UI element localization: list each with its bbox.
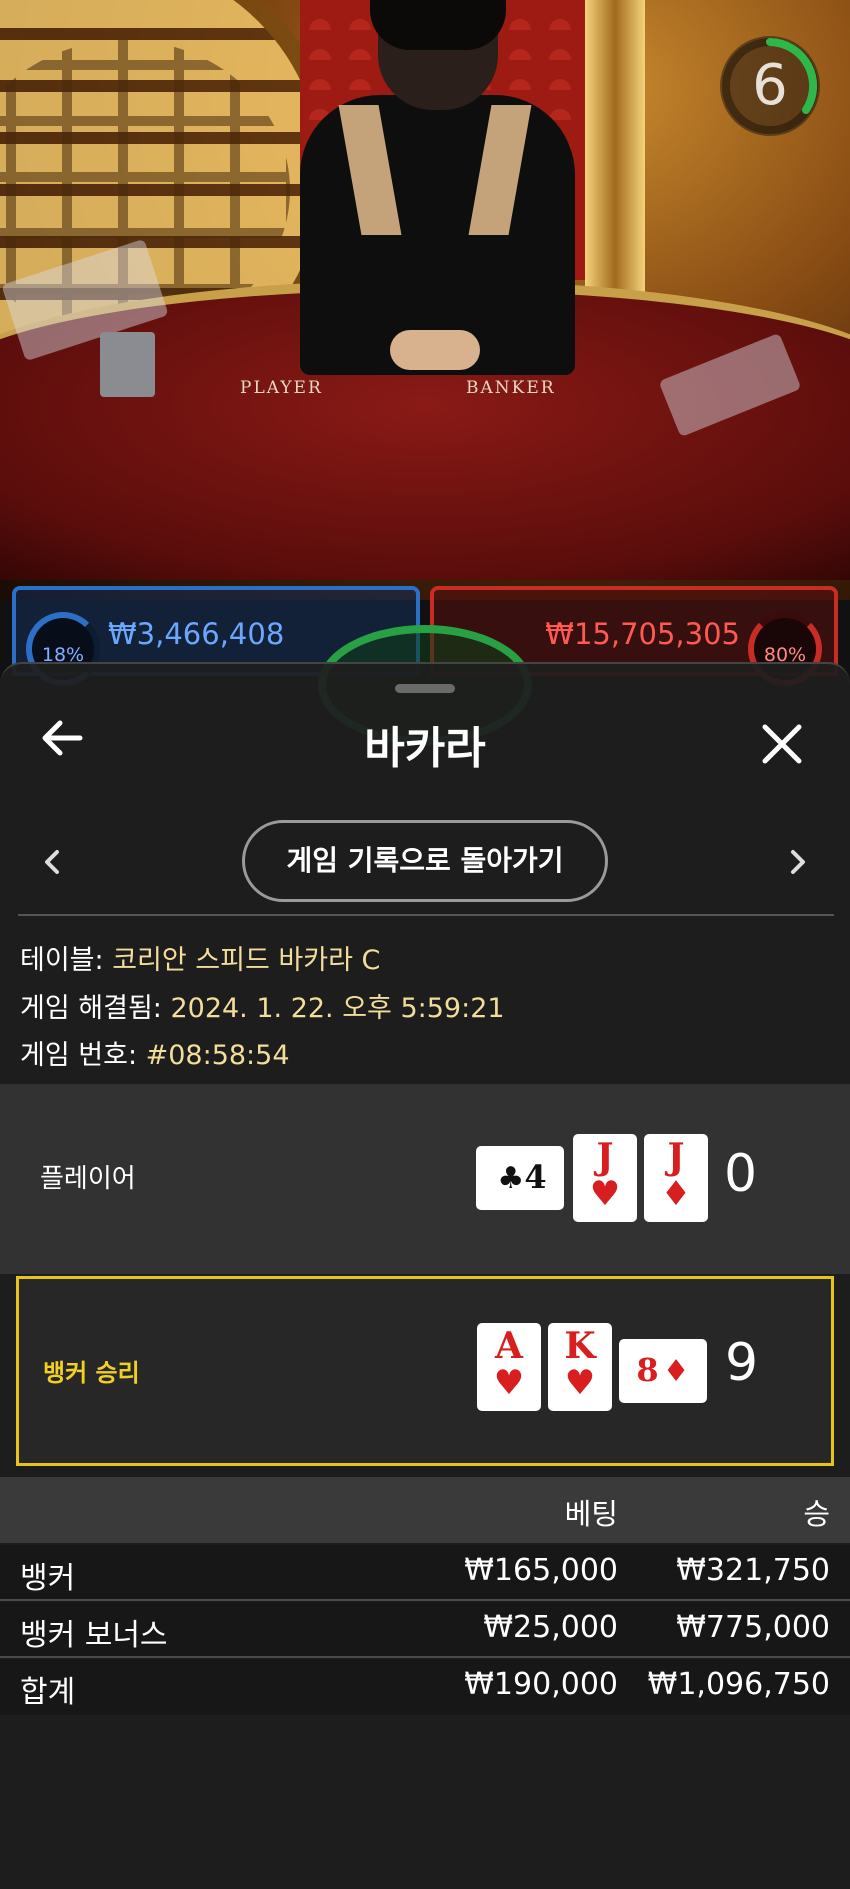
countdown-value: 6 <box>752 53 788 118</box>
bet-amount: ₩165,000 <box>464 1553 618 1588</box>
banker-total-amount: ₩15,705,305 <box>545 617 740 651</box>
total-bet-amount: ₩190,000 <box>464 1667 618 1702</box>
resolved-time-info: 게임 해결됨: 2024. 1. 22. 오후 5:59:21 <box>20 993 505 1024</box>
playing-card: J ♥ <box>573 1134 637 1222</box>
playing-card: ♣4 <box>476 1146 564 1210</box>
round-id-info: 게임 번호: #08:58:54 <box>20 1040 290 1071</box>
player-score: 0 <box>724 1144 758 1204</box>
table-name: 코리안 스피드 바카라 C <box>112 945 381 976</box>
total-label: 합계 <box>20 1675 76 1710</box>
sheet-drag-handle[interactable] <box>395 684 455 693</box>
player-hand-row: 플레이어 ♣4 J ♥ J ♦ 0 <box>0 1084 850 1274</box>
banker-score: 9 <box>725 1333 759 1393</box>
playing-card: 8 ♦ <box>619 1339 707 1403</box>
playing-card: K ♥ <box>548 1323 612 1411</box>
decor-pillar <box>585 0 645 320</box>
table-row: 뱅커 보너스 ₩25,000 ₩775,000 <box>0 1602 850 1658</box>
previous-round-button[interactable] <box>32 842 72 882</box>
bet-name: 뱅커 보너스 <box>20 1618 168 1653</box>
card-stack <box>100 332 155 397</box>
round-id: #08:58:54 <box>145 1040 290 1071</box>
chevron-right-icon <box>791 850 805 874</box>
close-icon <box>762 724 802 764</box>
resolved-time: 2024. 1. 22. 오후 5:59:21 <box>170 993 505 1024</box>
player-total-amount: ₩3,466,408 <box>108 617 285 651</box>
win-column-header: 승 <box>803 1497 830 1531</box>
next-round-button[interactable] <box>778 842 818 882</box>
bet-name: 뱅커 <box>20 1561 76 1596</box>
player-hand-label: 플레이어 <box>40 1164 136 1194</box>
banker-win-label: 뱅커 승리 <box>43 1359 140 1387</box>
win-amount: ₩321,750 <box>676 1553 830 1588</box>
bet-amount: ₩25,000 <box>483 1610 618 1645</box>
felt-player-label: PLAYER <box>240 378 323 398</box>
game-history-sheet: 바카라 게임 기록으로 돌아가기 테이블: 코리안 스피드 바카라 C 게임 해… <box>0 662 850 1889</box>
live-dealer-video: PLAYER BANKER 6 <box>0 0 850 600</box>
playing-card: J ♦ <box>644 1134 708 1222</box>
felt-banker-label: BANKER <box>466 378 556 398</box>
win-amount: ₩775,000 <box>676 1610 830 1645</box>
banker-hand-row: 뱅커 승리 A ♥ K ♥ 8 ♦ 9 <box>16 1276 834 1466</box>
bets-table-header: 베팅 승 <box>0 1477 850 1543</box>
bet-column-header: 베팅 <box>564 1497 618 1531</box>
chevron-left-icon <box>45 850 59 874</box>
total-row: 합계 ₩190,000 ₩1,096,750 <box>0 1659 850 1715</box>
total-win-amount: ₩1,096,750 <box>647 1667 830 1702</box>
close-button[interactable] <box>752 714 812 774</box>
game-screen: PLAYER BANKER 6 18% ₩3,466,408 80% ₩15,7… <box>0 0 850 1889</box>
countdown-timer: 6 <box>720 36 820 136</box>
table-row: 뱅커 ₩165,000 ₩321,750 <box>0 1545 850 1601</box>
table-info: 테이블: 코리안 스피드 바카라 C <box>20 945 381 976</box>
sheet-title: 바카라 <box>364 723 486 774</box>
playing-card: A ♥ <box>477 1323 541 1411</box>
divider <box>18 914 834 916</box>
back-to-history-button[interactable]: 게임 기록으로 돌아가기 <box>242 820 608 902</box>
